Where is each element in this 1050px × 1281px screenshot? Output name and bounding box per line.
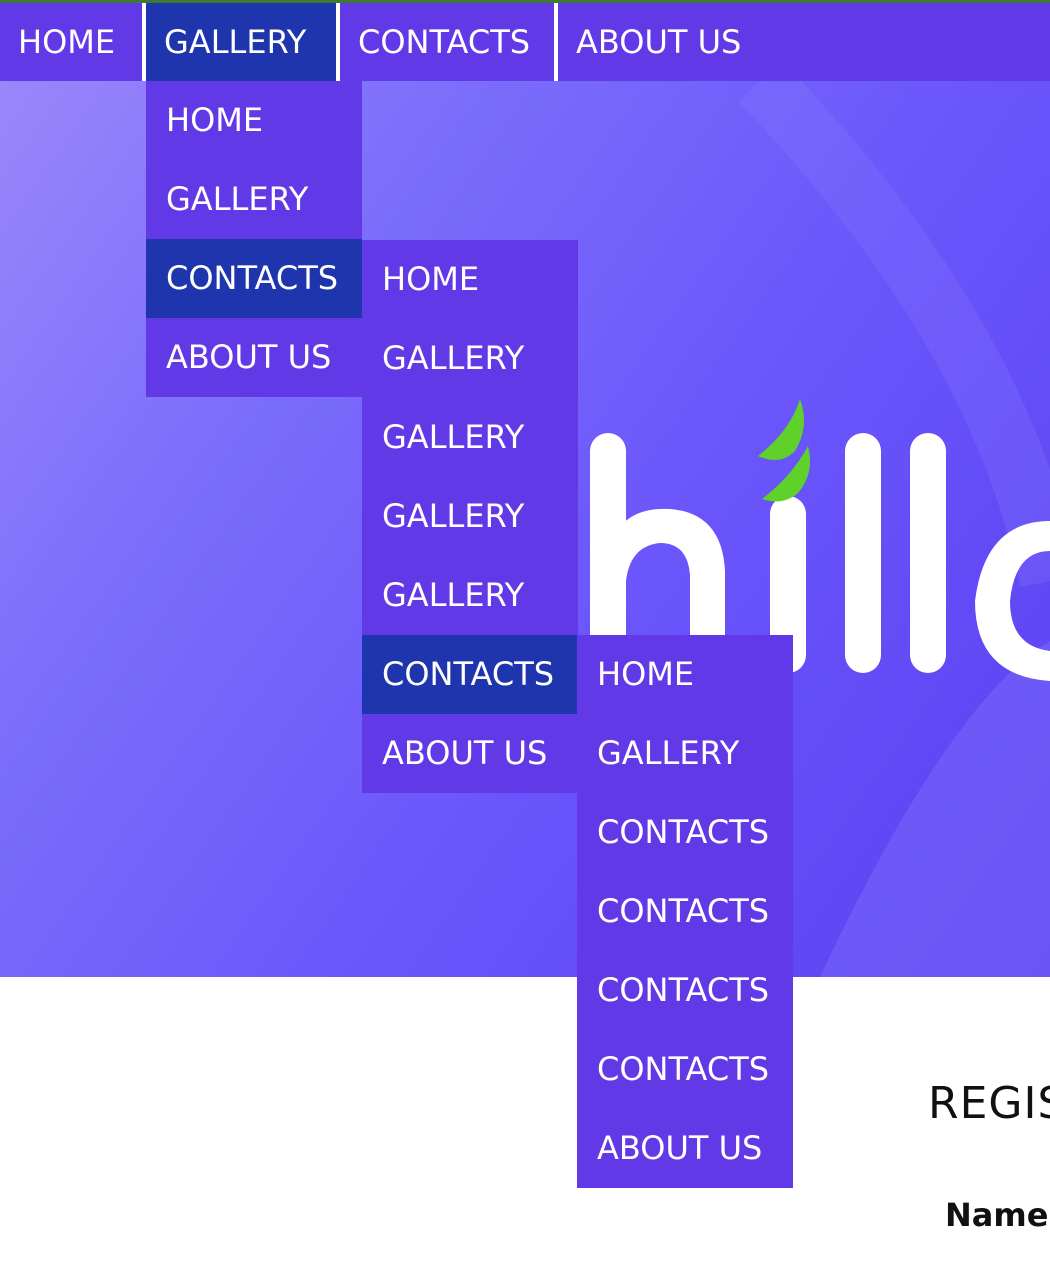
leaf-icon xyxy=(758,399,811,502)
dropdown-item-contacts[interactable]: CONTACTS xyxy=(146,239,362,318)
nested-item-about-us[interactable]: ABOUT US xyxy=(577,1109,793,1188)
nested-item-contacts[interactable]: CONTACTS xyxy=(577,951,793,1030)
nav-item-gallery[interactable]: GALLERY xyxy=(146,3,336,81)
submenu-item-home[interactable]: HOME xyxy=(362,240,578,319)
submenu-item-contacts[interactable]: CONTACTS xyxy=(362,635,578,714)
nested-item-gallery[interactable]: GALLERY xyxy=(577,714,793,793)
nested-item-home[interactable]: HOME xyxy=(577,635,793,714)
main-navbar: HOME GALLERY CONTACTS ABOUT US xyxy=(0,3,1050,81)
submenu-item-gallery[interactable]: GALLERY xyxy=(362,556,578,635)
submenu-item-gallery[interactable]: GALLERY xyxy=(362,319,578,398)
submenu-item-gallery[interactable]: GALLERY xyxy=(362,477,578,556)
nav-separator xyxy=(336,3,340,81)
name-field-label: Name xyxy=(945,1196,1049,1234)
nav-item-contacts[interactable]: CONTACTS xyxy=(340,3,554,81)
registration-title: REGIS xyxy=(928,1078,1050,1129)
nav-item-about-us[interactable]: ABOUT US xyxy=(558,3,798,81)
submenu-item-about-us[interactable]: ABOUT US xyxy=(362,714,578,793)
gallery-dropdown-menu: HOME GALLERY CONTACTS ABOUT US xyxy=(146,81,362,397)
nested-item-contacts[interactable]: CONTACTS xyxy=(577,872,793,951)
nested-contacts-submenu: HOME GALLERY CONTACTS CONTACTS CONTACTS … xyxy=(577,635,793,1188)
submenu-item-gallery[interactable]: GALLERY xyxy=(362,398,578,477)
dropdown-item-home[interactable]: HOME xyxy=(146,81,362,160)
nested-item-contacts[interactable]: CONTACTS xyxy=(577,793,793,872)
nav-item-home[interactable]: HOME xyxy=(0,3,142,81)
dropdown-item-gallery[interactable]: GALLERY xyxy=(146,160,362,239)
nav-separator xyxy=(142,3,146,81)
nested-item-contacts[interactable]: CONTACTS xyxy=(577,1030,793,1109)
contacts-submenu: HOME GALLERY GALLERY GALLERY GALLERY CON… xyxy=(362,240,578,793)
dropdown-item-about-us[interactable]: ABOUT US xyxy=(146,318,362,397)
nav-separator xyxy=(554,3,558,81)
